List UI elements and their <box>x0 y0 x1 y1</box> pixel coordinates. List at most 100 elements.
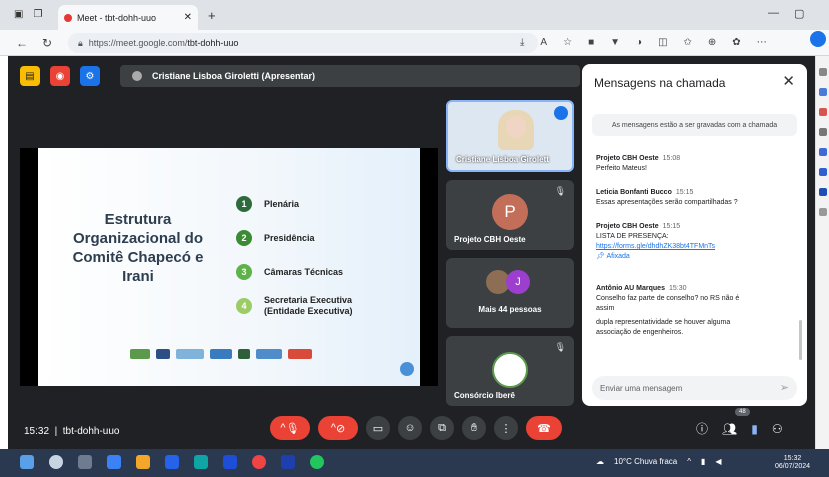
presenter-bar[interactable]: Cristiane Lisboa Giroletti (Apresentar) <box>120 65 580 87</box>
sync-icon[interactable]: ◑ <box>636 37 642 48</box>
file-explorer-icon[interactable] <box>136 455 150 469</box>
outlook-icon[interactable] <box>165 455 179 469</box>
shield-icon[interactable]: ▼ <box>610 37 620 48</box>
more-vertical-icon: ⋮ <box>500 422 512 435</box>
extension-icon[interactable]: ■ <box>588 37 594 48</box>
restore-icon[interactable]: ▢ <box>794 7 804 20</box>
slide-item: 4 Secretaria Executiva (Entidade Executi… <box>236 294 374 318</box>
recording-dot-icon <box>64 13 72 22</box>
url-path: tbt-dohh-uuo <box>187 38 239 48</box>
call-controls: ^ 🎙︎ ^ ⊘ ▭ ☺ ⧉ ✋︎ ⋮ ☎︎ <box>270 416 562 440</box>
new-tab-button[interactable]: + <box>208 8 216 23</box>
tray-arrow-icon[interactable]: ^ <box>687 457 691 466</box>
search-icon[interactable] <box>818 68 827 76</box>
back-icon[interactable]: ← <box>16 36 28 50</box>
tab-meet[interactable]: Meet - tbt-dohh-uuo ✕ <box>58 5 198 30</box>
tile-projeto-cbh[interactable]: P Projeto CBH Oeste 🎙︎ <box>446 180 574 250</box>
info-icon[interactable]: ⓘ <box>696 420 708 437</box>
message-author: Leticia Bonfanti Bucco <box>596 189 672 196</box>
layout-icon[interactable]: ⚙ <box>80 66 100 86</box>
item-number: 4 <box>236 298 252 314</box>
record-icon[interactable]: ◉ <box>50 66 70 86</box>
copilot-icon[interactable]: ✿ <box>732 37 740 48</box>
emoji-icon: ☺ <box>404 422 416 434</box>
tab-list-icon[interactable]: ❐ <box>33 9 42 20</box>
participant-face <box>506 116 526 138</box>
close-icon[interactable]: ✕ <box>782 72 795 90</box>
reload-icon[interactable]: ↻ <box>42 36 52 50</box>
outlook-icon[interactable] <box>818 168 827 176</box>
logo <box>288 349 312 359</box>
chat-icon[interactable]: ▮ <box>751 422 758 436</box>
browser-toolbar: ⤓ A ☆ ■ ▼ ◑ ◫ ✩ ⊕ ✿ ⋯ <box>520 37 767 48</box>
split-icon[interactable]: ◫ <box>658 37 667 48</box>
volume-icon[interactable]: ◀ <box>715 457 721 466</box>
chat-input[interactable]: Enviar uma mensagem ➢ <box>592 376 797 400</box>
present-icon[interactable]: ▤ <box>20 66 40 86</box>
message-link[interactable]: https://forms.gle/dhdhZK38bt4TFMnTs <box>596 242 791 252</box>
minimize-icon[interactable]: — <box>768 7 779 19</box>
favorites-list-icon[interactable]: ✩ <box>684 37 692 48</box>
profile-avatar[interactable] <box>810 31 826 47</box>
chrome-icon[interactable] <box>252 455 266 469</box>
hang-up-icon: ☎︎ <box>537 422 551 435</box>
activities-icon[interactable]: ⚇ <box>772 422 783 436</box>
workspaces-icon[interactable]: ▣ <box>14 9 23 20</box>
message-time: 15:15 <box>662 223 681 230</box>
message-text: Perfeito Mateus! <box>596 165 647 172</box>
tile-more-people[interactable]: J Mais 44 pessoas <box>446 258 574 328</box>
microphone-button[interactable]: ^ 🎙︎ <box>270 416 310 440</box>
collections-icon[interactable]: ⊕ <box>708 37 716 48</box>
message-text: Essas apresentações serão compartilhadas… <box>596 199 738 206</box>
pinned-row: 📌︎ Afixada <box>596 252 791 262</box>
weather-icon: ☁ <box>596 457 604 466</box>
chat-scrollbar[interactable] <box>799 320 802 360</box>
slide-item: 2 Presidência <box>236 226 374 250</box>
favorite-icon[interactable]: ☆ <box>563 37 572 48</box>
presenter-avatar <box>132 71 142 81</box>
raise-hand-button[interactable]: ✋︎ <box>462 416 486 440</box>
chat-message: Projeto CBH Oeste 15:15 LISTA DE PRESENÇA… <box>596 222 791 262</box>
edge-icon[interactable] <box>194 455 208 469</box>
system-tray: ☁ 10°C Chuva fraca ^ ▮ ◀ <box>596 457 722 466</box>
close-tab-icon[interactable]: ✕ <box>184 12 192 23</box>
more-icon[interactable]: ⋯ <box>757 37 767 48</box>
shopping-icon[interactable] <box>818 88 827 96</box>
tile-consorcio-ibere[interactable]: Consórcio Iberê 🎙︎ <box>446 336 574 406</box>
edge-sidebar <box>815 56 829 449</box>
send-icon[interactable]: ➢ <box>780 381 789 394</box>
network-icon[interactable]: ▮ <box>701 457 705 466</box>
url-field[interactable]: 🔒︎ https://meet.google.com/tbt-dohh-uuo <box>68 33 538 53</box>
task-view-icon[interactable] <box>78 455 92 469</box>
more-options-button[interactable]: ⋮ <box>494 416 518 440</box>
tools-icon[interactable] <box>818 108 827 116</box>
taskbar-clock[interactable]: 15:32 06/07/2024 <box>775 455 810 471</box>
captions-button[interactable]: ▭ <box>366 416 390 440</box>
item-text: Plenária <box>264 198 300 209</box>
word-icon[interactable] <box>281 455 295 469</box>
office-icon[interactable] <box>818 148 827 156</box>
message-header: Projeto CBH Oeste 15:15 <box>596 222 791 232</box>
avatar <box>492 352 528 388</box>
games-icon[interactable] <box>818 128 827 136</box>
drop-icon[interactable] <box>818 188 827 196</box>
logo <box>210 349 232 359</box>
spotify-icon[interactable] <box>310 455 324 469</box>
leave-call-button[interactable]: ☎︎ <box>526 416 562 440</box>
add-icon[interactable] <box>818 208 827 216</box>
ie-icon[interactable] <box>223 455 237 469</box>
camera-button[interactable]: ^ ⊘ <box>318 416 358 440</box>
tile-presenter[interactable]: Cristiane Lisboa Girolett <box>446 100 574 172</box>
widgets-icon[interactable] <box>107 455 121 469</box>
tile-label: Projeto CBH Oeste <box>454 235 526 244</box>
reactions-button[interactable]: ☺ <box>398 416 422 440</box>
meet-top-controls: ▤ ◉ ⚙ <box>20 66 100 86</box>
clock-time: 15:32 <box>783 455 802 462</box>
pin-icon: 📌︎ <box>596 253 607 260</box>
search-icon[interactable] <box>49 455 63 469</box>
download-icon[interactable]: ⤓ <box>520 37 524 48</box>
start-icon[interactable] <box>20 455 34 469</box>
present-button[interactable]: ⧉ <box>430 416 454 440</box>
read-aloud-icon[interactable]: A <box>540 37 547 48</box>
people-icon[interactable]: 👥︎ <box>722 422 737 436</box>
